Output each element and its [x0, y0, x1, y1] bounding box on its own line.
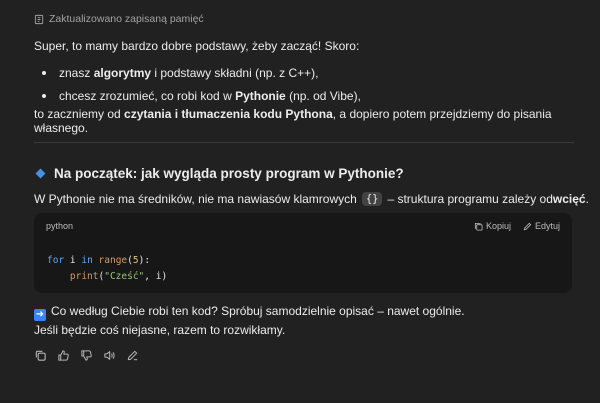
- section-heading: Na początek: jak wygląda prosty program …: [34, 166, 404, 181]
- pencil-icon: [523, 222, 532, 230]
- code-block-header: python Kopiuj Edytuj: [46, 221, 560, 231]
- plan-paragraph: to zaczniemy od czytania i tłumaczenia k…: [34, 107, 552, 135]
- copy-icon: [35, 350, 46, 361]
- thumbs-down-icon: [81, 350, 92, 361]
- bullet-dot: [42, 70, 46, 75]
- bullet-list: znasz algorytmy i podstawy składni (np. …: [34, 61, 574, 107]
- edit-code-button[interactable]: Edytuj: [523, 221, 560, 231]
- list-item: znasz algorytmy i podstawy składni (np. …: [34, 61, 574, 84]
- read-aloud-button[interactable]: [103, 349, 116, 362]
- copy-icon: [474, 222, 483, 231]
- syntax-paragraph: W Pythonie nie ma średników, nie ma nawi…: [34, 192, 589, 206]
- divider: [34, 142, 574, 143]
- bullet-dot: [42, 93, 46, 98]
- question-paragraph: ➜ Co według Ciebie robi ten kod? Spróbuj …: [34, 302, 465, 340]
- intro-text: Super, to mamy bardzo dobre podstawy, że…: [34, 39, 360, 53]
- bad-response-button[interactable]: [80, 349, 93, 362]
- list-item: chcesz zrozumieć, co robi kod w Pythonie…: [34, 84, 574, 107]
- right-arrow-icon: ➜: [34, 309, 46, 321]
- code-content[interactable]: for i in range(5): print("Cześć", i): [47, 253, 167, 285]
- memory-updated-notice[interactable]: Zaktualizowano zapisaną pamięć: [34, 13, 204, 25]
- thumbs-up-icon: [58, 350, 69, 361]
- followup-text: Jeśli będzie coś niejasne, razem to rozw…: [34, 323, 286, 337]
- inline-code: {}: [361, 192, 383, 206]
- good-response-button[interactable]: [57, 349, 70, 362]
- blue-diamond-icon: [35, 168, 46, 179]
- copy-code-button[interactable]: Kopiuj: [474, 221, 511, 231]
- message-actions: [34, 349, 139, 362]
- speaker-icon: [104, 351, 115, 360]
- list-item-text: chcesz zrozumieć, co robi kod w Pythonie…: [59, 88, 361, 103]
- edit-icon: [127, 350, 138, 361]
- list-item-text: znasz algorytmy i podstawy składni (np. …: [59, 65, 319, 80]
- copy-button[interactable]: [34, 349, 47, 362]
- memory-label: Zaktualizowano zapisaną pamięć: [49, 13, 204, 25]
- memory-icon: [34, 14, 44, 24]
- code-language: python: [46, 221, 74, 231]
- code-block: python Kopiuj Edytuj for i in range(5): …: [34, 213, 572, 293]
- edit-response-button[interactable]: [126, 349, 139, 362]
